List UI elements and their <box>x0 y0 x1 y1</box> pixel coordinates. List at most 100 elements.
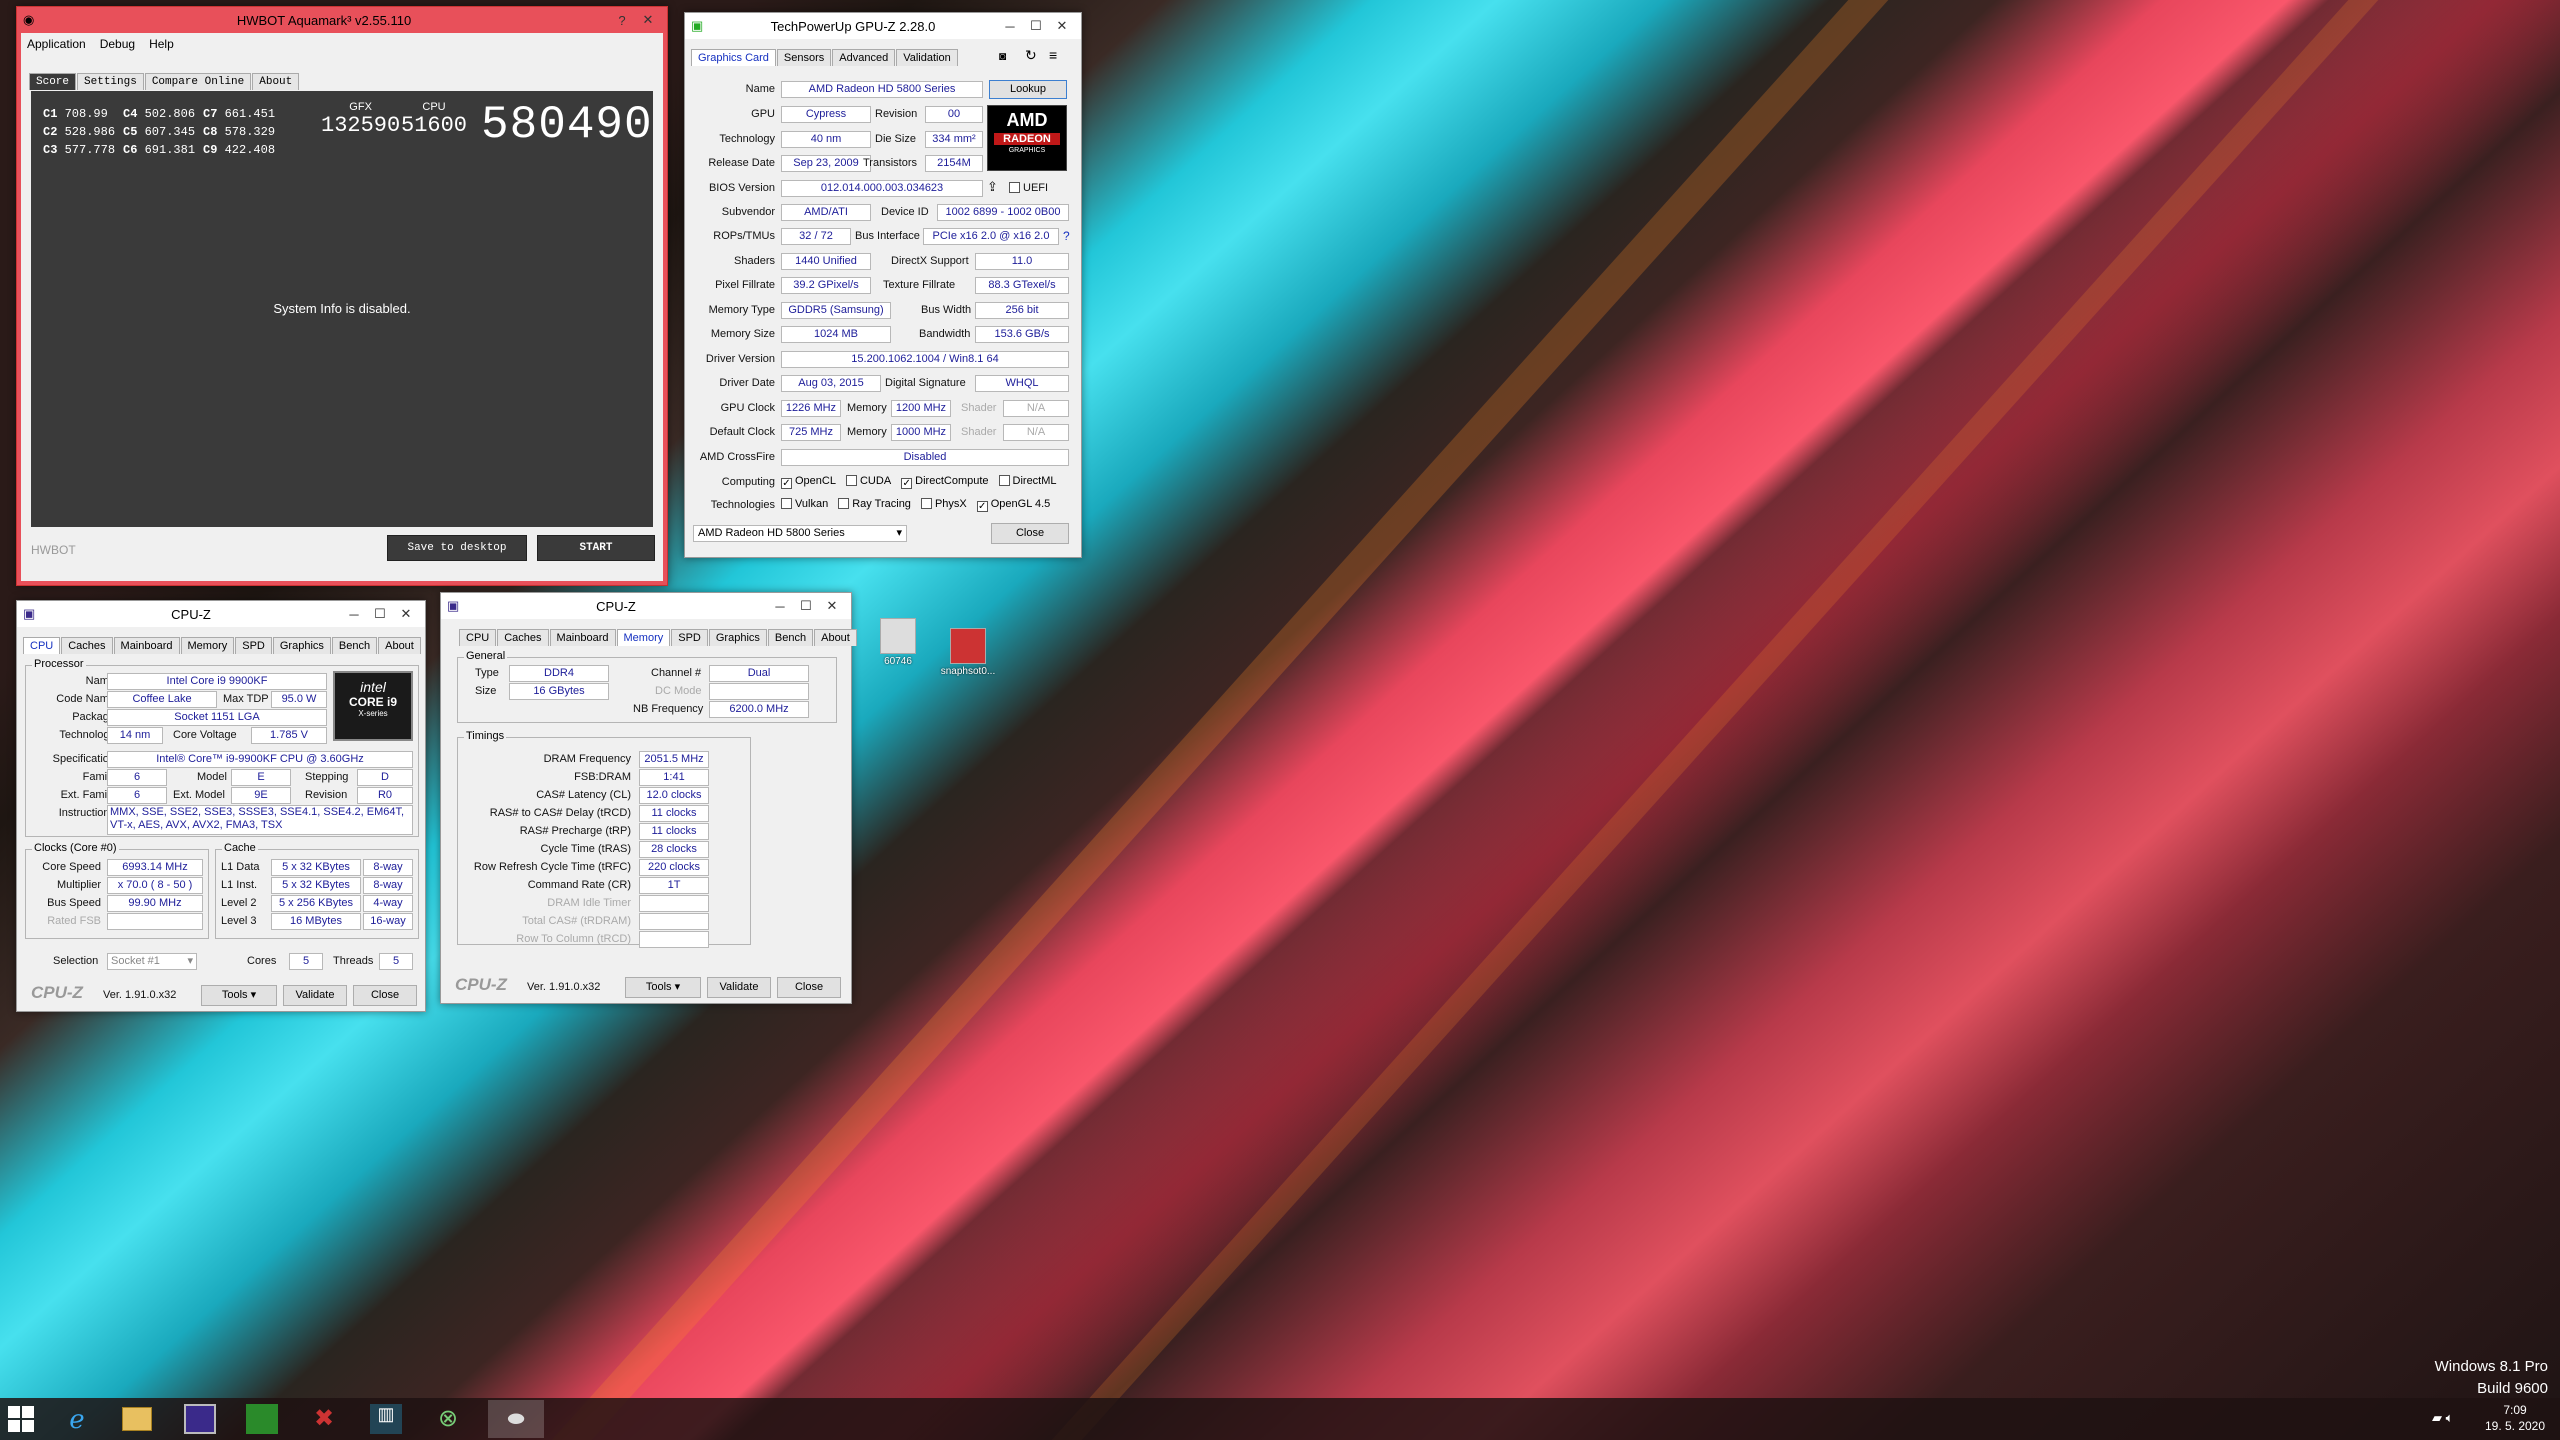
maximize-button[interactable]: ☐ <box>793 598 819 614</box>
ext-family-field[interactable]: 6 <box>107 787 167 804</box>
timing-value-field[interactable] <box>639 895 709 912</box>
timing-value-field[interactable]: 12.0 clocks <box>639 787 709 804</box>
shaders-field[interactable]: 1440 Unified <box>781 253 871 270</box>
l1-inst-ways-field[interactable]: 8-way <box>363 877 413 894</box>
menu-icon[interactable]: ≡ <box>1049 47 1057 63</box>
clock[interactable]: 7:09 19. 5. 2020 <box>2480 1402 2550 1434</box>
cuda-checkbox[interactable]: CUDA <box>845 475 891 489</box>
level3-ways-field[interactable]: 16-way <box>363 913 413 930</box>
driver-date-field[interactable]: Aug 03, 2015 <box>781 375 881 392</box>
tab-score[interactable]: Score <box>29 73 77 90</box>
l1-data-ways-field[interactable]: 8-way <box>363 859 413 876</box>
tab-cpu[interactable]: CPU <box>459 629 497 646</box>
maximize-button[interactable]: ☐ <box>1023 18 1049 34</box>
timing-value-field[interactable]: 11 clocks <box>639 823 709 840</box>
opengl-checkbox[interactable]: ✓ OpenGL 4.5 <box>976 498 1050 512</box>
tab-bench[interactable]: Bench <box>767 629 814 646</box>
opencl-checkbox[interactable]: ✓ OpenCL <box>781 475 836 489</box>
timing-value-field[interactable]: 11 clocks <box>639 805 709 822</box>
memory-type-field[interactable]: DDR4 <box>509 665 609 682</box>
subvendor-field[interactable]: AMD/ATI <box>781 204 871 221</box>
vulkan-checkbox[interactable]: Vulkan <box>781 498 828 512</box>
cpu-name-field[interactable]: Intel Core i9 9900KF <box>107 673 327 690</box>
tab-mainboard[interactable]: Mainboard <box>113 637 180 654</box>
close-button[interactable]: ✕ <box>819 598 845 614</box>
tray-icons[interactable]: ▰ 🔈︎ <box>2432 1410 2453 1426</box>
directcompute-checkbox[interactable]: ✓ DirectCompute <box>901 475 989 489</box>
title-bar[interactable]: ▣ CPU-Z ─ ☐ ✕ <box>441 593 851 619</box>
rated-fsb-field[interactable] <box>107 913 203 930</box>
tab-caches[interactable]: Caches <box>61 637 113 654</box>
menu-application[interactable]: Application <box>27 37 86 51</box>
max-tdp-field[interactable]: 95.0 W <box>271 691 327 708</box>
tab-graphics[interactable]: Graphics <box>708 629 767 646</box>
level2-field[interactable]: 5 x 256 KBytes <box>271 895 361 912</box>
crossfire-field[interactable]: Disabled <box>781 449 1069 466</box>
tab-spd[interactable]: SPD <box>235 637 272 654</box>
bios-version-field[interactable]: 012.014.000.003.034623 <box>781 180 983 197</box>
gpu-select-dropdown[interactable]: AMD Radeon HD 5800 Series ▾ <box>693 525 907 542</box>
tab-about[interactable]: About <box>378 637 421 654</box>
tab-mainboard[interactable]: Mainboard <box>549 629 616 646</box>
tools-button[interactable]: Tools ▾ <box>625 977 701 998</box>
tab-sensors[interactable]: Sensors <box>776 49 832 66</box>
driver-version-field[interactable]: 15.200.1062.1004 / Win8.1 64 <box>781 351 1069 368</box>
tab-spd[interactable]: SPD <box>671 629 708 646</box>
taskbar-ie[interactable]: ℯ <box>60 1404 94 1434</box>
revision-field[interactable]: 00 <box>925 106 983 123</box>
close-button[interactable]: ✕ <box>393 606 419 622</box>
model-field[interactable]: E <box>231 769 291 786</box>
technology-field[interactable]: 40 nm <box>781 131 871 148</box>
texture-fillrate-field[interactable]: 88.3 GTexel/s <box>975 277 1069 294</box>
pixel-fillrate-field[interactable]: 39.2 GPixel/s <box>781 277 871 294</box>
bus-info-icon[interactable]: ? <box>1063 229 1070 243</box>
tab-graphics[interactable]: Graphics <box>272 637 331 654</box>
dc-mode-field[interactable] <box>709 683 809 700</box>
shader-clock-field[interactable]: N/A <box>1003 400 1069 417</box>
timing-value-field[interactable]: 1T <box>639 877 709 894</box>
close-button[interactable]: Close <box>353 985 417 1006</box>
digital-signature-field[interactable]: WHQL <box>975 375 1069 392</box>
transistors-field[interactable]: 2154M <box>925 155 983 172</box>
gpu-name-field[interactable]: AMD Radeon HD 5800 Series <box>781 81 983 98</box>
desktop-icon[interactable]: snaphsot0... <box>940 628 996 677</box>
directx-field[interactable]: 11.0 <box>975 253 1069 270</box>
tab-about[interactable]: About <box>252 73 300 90</box>
rops-tmus-field[interactable]: 32 / 72 <box>781 228 851 245</box>
tab-settings[interactable]: Settings <box>77 73 144 90</box>
timing-value-field[interactable] <box>639 913 709 930</box>
tab-cpu[interactable]: CPU <box>23 637 61 654</box>
camera-icon[interactable]: ◙ <box>999 49 1006 63</box>
specification-field[interactable]: Intel® Core™ i9-9900KF CPU @ 3.60GHz <box>107 751 413 768</box>
l1-data-field[interactable]: 5 x 32 KBytes <box>271 859 361 876</box>
memory-clock-field[interactable]: 1200 MHz <box>891 400 951 417</box>
gpu-clock-field[interactable]: 1226 MHz <box>781 400 841 417</box>
validate-button[interactable]: Validate <box>283 985 347 1006</box>
minimize-button[interactable]: ─ <box>997 19 1023 34</box>
technology-field[interactable]: 14 nm <box>107 727 163 744</box>
memory-type-field[interactable]: GDDR5 (Samsung) <box>781 302 891 319</box>
title-bar[interactable]: ◉ HWBOT Aquamark³ v2.55.110 ? ✕ <box>17 7 667 33</box>
timing-value-field[interactable]: 220 clocks <box>639 859 709 876</box>
multiplier-field[interactable]: x 70.0 ( 8 - 50 ) <box>107 877 203 894</box>
timing-value-field[interactable]: 2051.5 MHz <box>639 751 709 768</box>
taskbar-explorer[interactable] <box>122 1407 152 1431</box>
nb-frequency-field[interactable]: 6200.0 MHz <box>709 701 809 718</box>
start-button[interactable] <box>8 1406 36 1432</box>
volume-icon[interactable]: 🔈︎ <box>2446 1410 2454 1425</box>
bandwidth-field[interactable]: 153.6 GB/s <box>975 326 1069 343</box>
l1-inst-field[interactable]: 5 x 32 KBytes <box>271 877 361 894</box>
close-button[interactable]: Close <box>777 977 841 998</box>
threads-field[interactable]: 5 <box>379 953 413 970</box>
help-button[interactable]: ? <box>609 13 635 28</box>
menu-help[interactable]: Help <box>149 37 174 51</box>
taskbar-gpuz[interactable] <box>246 1404 278 1434</box>
cores-field[interactable]: 5 <box>289 953 323 970</box>
title-bar[interactable]: ▣ CPU-Z ─ ☐ ✕ <box>17 601 425 627</box>
tab-bench[interactable]: Bench <box>331 637 378 654</box>
minimize-button[interactable]: ─ <box>341 607 367 622</box>
timing-value-field[interactable]: 28 clocks <box>639 841 709 858</box>
core-speed-field[interactable]: 6993.14 MHz <box>107 859 203 876</box>
default-memory-clock-field[interactable]: 1000 MHz <box>891 424 951 441</box>
level2-ways-field[interactable]: 4-way <box>363 895 413 912</box>
